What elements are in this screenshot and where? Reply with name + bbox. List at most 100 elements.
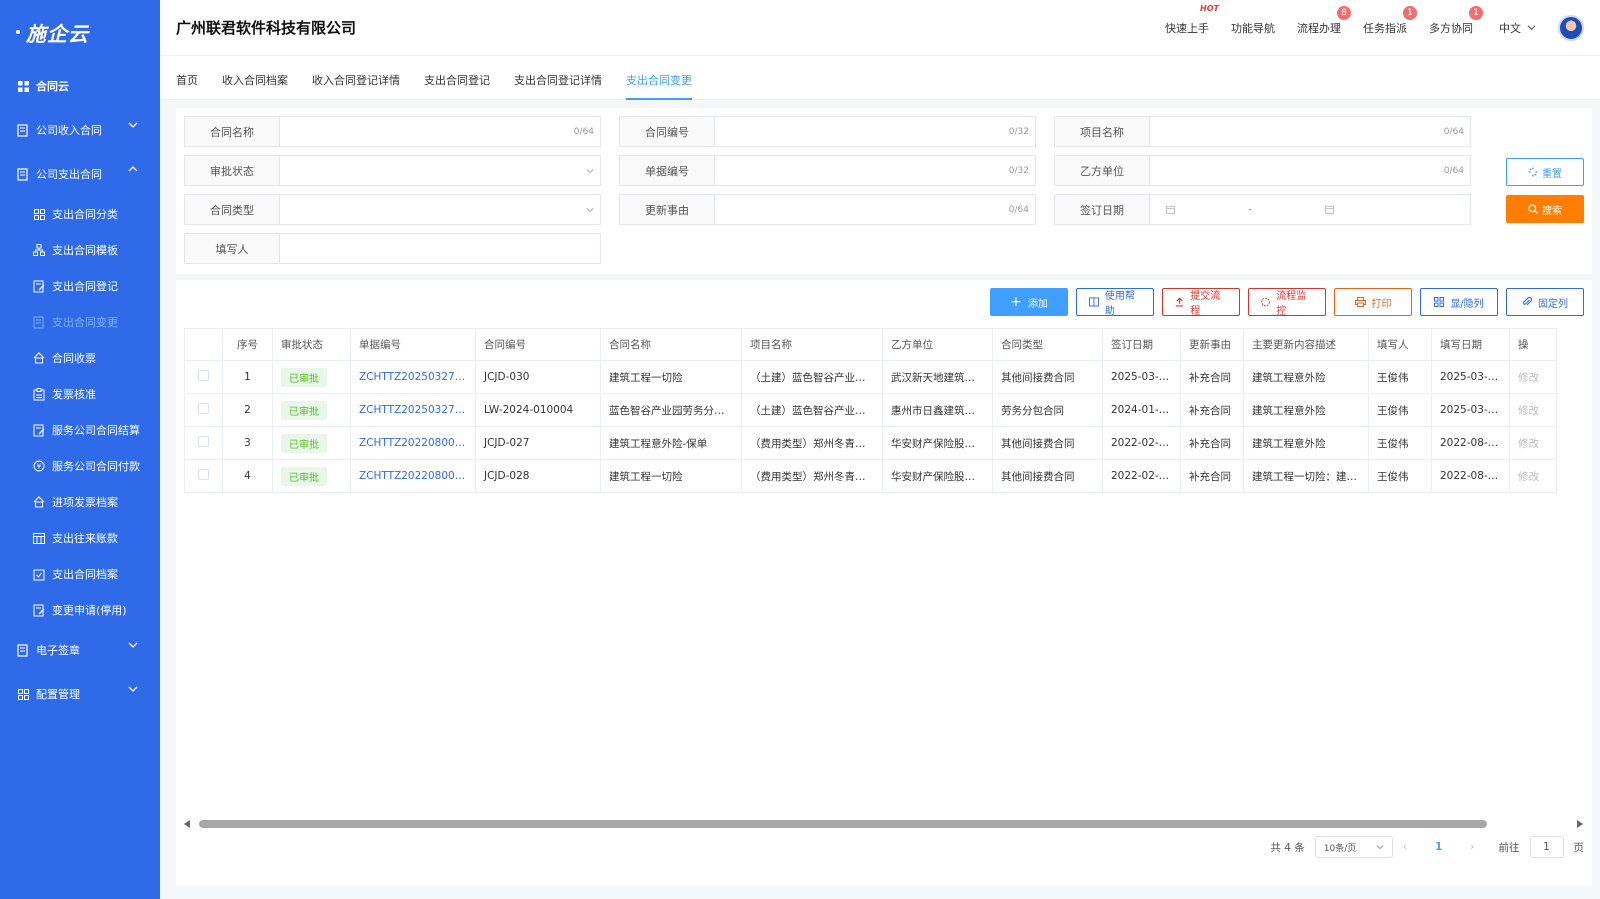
cell-bill-link[interactable]: ZCHTTZ2022080042 [350, 426, 476, 460]
page-suffix: 页 [1573, 841, 1585, 854]
contract-no-input[interactable]: 0/32 [715, 117, 1035, 146]
tab-expense-register-detail[interactable]: 支出合同登记详情 [514, 56, 602, 100]
scrollbar-thumb[interactable] [199, 820, 1487, 828]
print-label: 打印 [1371, 298, 1392, 310]
row-checkbox[interactable] [198, 403, 209, 414]
table-header-row: 序号 审批状态 单据编号 合同编号 合同名称 项目名称 乙方单位 合同类型 签订… [184, 328, 1557, 361]
scroll-left-icon[interactable] [184, 820, 191, 828]
sidebar-item-contract-receipt[interactable]: 合同收票 [0, 340, 160, 376]
contract-name-input[interactable]: 0/64 [280, 117, 600, 146]
header-link-collab[interactable]: 1 多方协同 [1429, 5, 1483, 36]
contract-type-select[interactable] [280, 195, 600, 224]
current-page[interactable]: 1 [1435, 841, 1442, 853]
search-label: 搜索 [1542, 205, 1562, 217]
fixed-columns-button[interactable]: 固定列 [1506, 288, 1584, 316]
cell-reason: 补充合同 [1180, 459, 1244, 493]
project-name-input[interactable]: 0/64 [1150, 117, 1470, 146]
tab-expense-register[interactable]: 支出合同登记 [424, 56, 490, 100]
header-link-quickstart[interactable]: HOT 快速上手 [1165, 4, 1219, 36]
next-page-icon[interactable]: › [1470, 841, 1474, 853]
scroll-right-icon[interactable] [1577, 820, 1584, 828]
prev-page-icon[interactable]: ‹ [1403, 841, 1407, 853]
tab-income-register-detail[interactable]: 收入合同登记详情 [312, 56, 400, 100]
show-hide-columns-button[interactable]: 显/隐列 [1420, 288, 1498, 316]
filler-input[interactable] [280, 234, 600, 263]
sidebar-item-contract-cloud[interactable]: 合同云 [0, 64, 160, 108]
edit-link[interactable]: 修改 [1509, 360, 1557, 394]
filter-contract-type: 合同类型 [184, 194, 601, 225]
filter-sign-date: 签订日期 - [1054, 194, 1471, 225]
cell-bill-link[interactable]: ZCHTTZ2022080041 [350, 459, 476, 493]
calendar-icon [1325, 205, 1334, 214]
table-header: 序号 审批状态 单据编号 合同编号 合同名称 项目名称 乙方单位 合同类型 签订… [184, 328, 1557, 361]
column-header: 填写人 [1368, 328, 1432, 361]
char-count: 0/32 [1008, 165, 1029, 176]
sidebar-item-expense-contract[interactable]: 公司支出合同 [0, 152, 160, 196]
goto-label: 前往 [1498, 841, 1520, 854]
edit-link[interactable]: 修改 [1509, 393, 1557, 427]
tab-home[interactable]: 首页 [176, 56, 198, 100]
sidebar-item-expense-change[interactable]: 支出合同变更 [0, 304, 160, 340]
sidebar-item-expense-template[interactable]: 支出合同模板 [0, 232, 160, 268]
sidebar-item-expense-category[interactable]: 支出合同分类 [0, 196, 160, 232]
row-checkbox[interactable] [198, 469, 209, 480]
tab-income-archive[interactable]: 收入合同档案 [222, 56, 288, 100]
process-monitor-button[interactable]: 流程监控 [1248, 288, 1326, 317]
table-row[interactable]: 4 已审批 ZCHTTZ2022080041 JCJD-028 建筑工程一切险 … [184, 459, 1557, 493]
sidebar-item-config[interactable]: 配置管理 [0, 672, 160, 716]
horizontal-scrollbar[interactable] [184, 818, 1584, 830]
tab-expense-change[interactable]: 支出合同变更 [626, 56, 692, 100]
page-size-select[interactable]: 10条/页 [1314, 836, 1393, 858]
search-button[interactable]: 搜索 [1506, 195, 1584, 223]
column-header: 操 [1509, 328, 1557, 361]
scrollbar-track[interactable] [199, 820, 1569, 828]
sidebar-item-service-payment[interactable]: ¥ 服务公司合同付款 [0, 448, 160, 484]
party-b-input[interactable]: 0/64 [1150, 156, 1470, 185]
total-count: 共 4 条 [1270, 841, 1305, 854]
cell-bill-link[interactable]: ZCHTTZ2025032706 [350, 393, 476, 427]
cell-bill-link[interactable]: ZCHTTZ2025032707 [350, 360, 476, 394]
avatar[interactable] [1558, 14, 1584, 41]
header-link-task-assign[interactable]: 1 任务指派 [1363, 5, 1417, 36]
row-checkbox[interactable] [198, 436, 209, 447]
language-select[interactable]: 中文 [1499, 20, 1536, 36]
sign-date-range[interactable]: - [1150, 195, 1470, 224]
help-button[interactable]: 使用帮助 [1076, 288, 1154, 317]
sidebar-item-invoice-approve[interactable]: 发票核准 [0, 376, 160, 412]
column-header: 签订日期 [1102, 328, 1181, 361]
filter-party-b: 乙方单位 0/64 [1054, 155, 1471, 186]
print-button[interactable]: 打印 [1334, 288, 1412, 316]
table-row[interactable]: 1 已审批 ZCHTTZ2025032707 JCJD-030 建筑工程一切险 … [184, 360, 1557, 394]
filter-label: 填写人 [185, 234, 280, 263]
loading-icon [1528, 167, 1538, 177]
cell-fill-date: 2022-08-15 [1431, 426, 1510, 460]
submit-process-button[interactable]: 提交流程 [1162, 288, 1240, 317]
header-link-process[interactable]: 8 流程办理 [1297, 5, 1351, 36]
sidebar-item-expense-register[interactable]: 支出合同登记 [0, 268, 160, 304]
sidebar-item-change-request[interactable]: 变更申请(停用) [0, 592, 160, 628]
table-row[interactable]: 2 已审批 ZCHTTZ2025032706 LW-2024-010004 蓝色… [184, 393, 1557, 427]
edit-link[interactable]: 修改 [1509, 426, 1557, 460]
approval-status-select[interactable] [280, 156, 600, 185]
table-row[interactable]: 3 已审批 ZCHTTZ2022080042 JCJD-027 建筑工程意外险-… [184, 426, 1557, 460]
sidebar-item-expense-archive[interactable]: 支出合同档案 [0, 556, 160, 592]
reset-button[interactable]: 重置 [1506, 158, 1584, 186]
sidebar-item-label: 服务公司合同结算 [52, 424, 140, 437]
edit-link[interactable]: 修改 [1509, 459, 1557, 493]
sidebar-item-expense-accounts[interactable]: 支出往来账款 [0, 520, 160, 556]
cell-type: 其他间接费合同 [992, 459, 1103, 493]
update-reason-input[interactable]: 0/64 [715, 195, 1035, 224]
chevron-down-icon [128, 642, 138, 648]
sidebar-item-income-contract[interactable]: 公司收入合同 [0, 108, 160, 152]
sidebar-item-service-settlement[interactable]: 服务公司合同结算 [0, 412, 160, 448]
header-link-function-nav[interactable]: 功能导航 [1231, 20, 1275, 36]
bill-no-input[interactable]: 0/32 [715, 156, 1035, 185]
add-button[interactable]: + 添加 [990, 288, 1068, 316]
sidebar-item-input-invoice-archive[interactable]: 进项发票档案 [0, 484, 160, 520]
row-checkbox[interactable] [198, 370, 209, 381]
sidebar-item-e-signature[interactable]: 电子签章 [0, 628, 160, 672]
cell-party-b: 武汉新天地建筑劳务有限公司 [882, 360, 993, 394]
page-size-label: 10条/页 [1323, 843, 1357, 854]
goto-page-input[interactable]: 1 [1529, 836, 1564, 858]
logo[interactable]: 施企云 [0, 0, 160, 64]
